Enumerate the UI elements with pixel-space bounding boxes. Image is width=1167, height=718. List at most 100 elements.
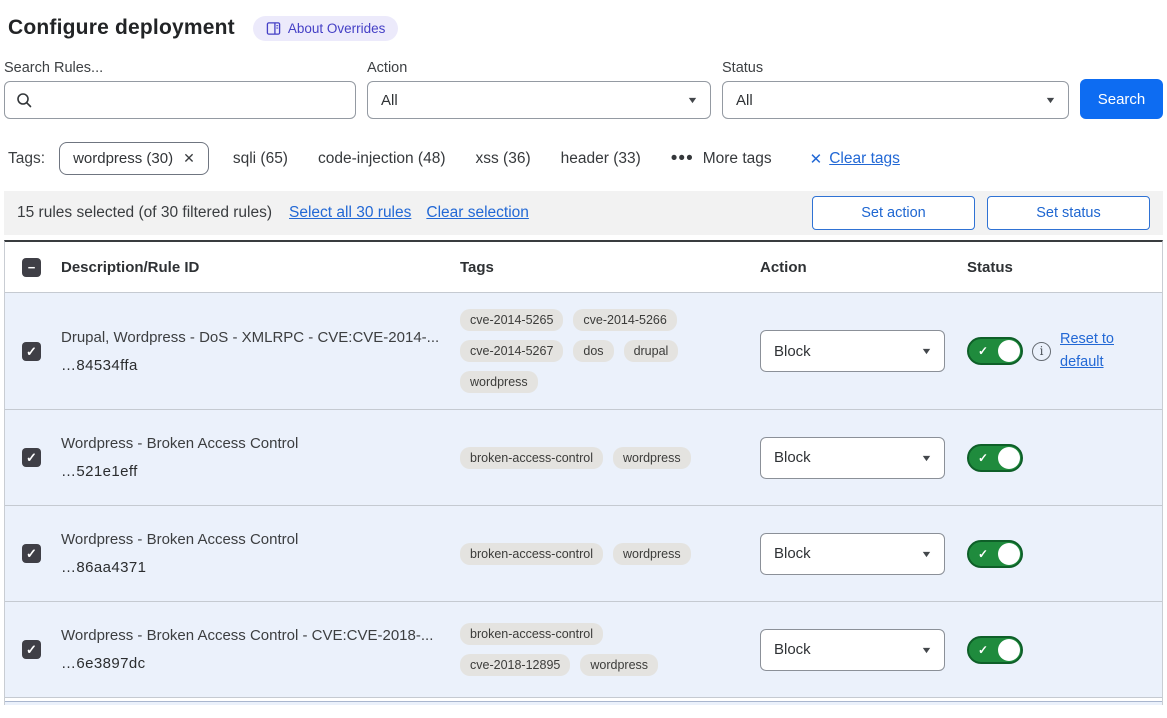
chevron-down-icon: ▼ — [686, 95, 698, 105]
chevron-down-icon: ▼ — [920, 549, 932, 559]
chevron-down-icon: ▼ — [920, 453, 932, 463]
tag-chip: drupal — [624, 340, 679, 362]
tag-chip: cve-2014-5266 — [573, 309, 676, 331]
selected-tag-chip[interactable]: wordpress (30) ✕ — [59, 142, 209, 175]
tag-chip: wordpress — [460, 371, 538, 393]
rule-tags: cve-2014-5265 cve-2014-5266 cve-2014-5267 d… — [460, 309, 760, 393]
status-filter-label: Status — [722, 60, 1069, 76]
rule-action-select[interactable]: Block ▼ — [760, 437, 945, 479]
toggle-knob — [998, 639, 1020, 661]
tag-filter[interactable]: sqli (65) — [233, 150, 288, 167]
rule-id: …521e1eff — [61, 463, 460, 480]
search-button[interactable]: Search — [1080, 79, 1163, 119]
more-tags-button[interactable]: ••• More tags — [671, 150, 772, 168]
tags-label: Tags: — [8, 150, 45, 168]
check-icon: ✓ — [26, 643, 37, 656]
rule-action-select[interactable]: Block ▼ — [760, 533, 945, 575]
tag-filter-list: sqli (65) code-injection (48) xss (36) head… — [233, 150, 671, 168]
ellipsis-icon: ••• — [671, 154, 694, 164]
action-filter-label: Action — [367, 60, 711, 76]
book-icon — [266, 21, 281, 36]
tag-chip: wordpress — [613, 543, 691, 565]
check-icon: ✓ — [978, 344, 988, 358]
select-all-link[interactable]: Select all 30 rules — [289, 204, 411, 222]
check-icon: ✓ — [978, 643, 988, 657]
tag-chip: broken-access-control — [460, 447, 603, 469]
rule-description: Wordpress - Broken Access Control - CVE:… — [61, 627, 460, 644]
status-toggle[interactable]: ✓ — [967, 337, 1023, 365]
tag-chip: wordpress — [613, 447, 691, 469]
clear-tags-link[interactable]: ✕ Clear tags — [810, 150, 900, 168]
clear-selection-link[interactable]: Clear selection — [426, 204, 529, 222]
chevron-down-icon: ▼ — [920, 346, 932, 356]
search-icon — [16, 92, 33, 109]
tag-chip: cve-2014-5267 — [460, 340, 563, 362]
reset-to-default-link[interactable]: Reset to default — [1060, 328, 1122, 374]
close-icon: ✕ — [810, 150, 823, 168]
tags-bar: Tags: wordpress (30) ✕ sqli (65) code-inj… — [8, 140, 1163, 177]
set-action-button[interactable]: Set action — [812, 196, 975, 230]
rule-action-value: Block — [774, 343, 811, 360]
row-checkbox[interactable]: ✓ — [22, 544, 41, 563]
action-filter-value: All — [381, 92, 398, 109]
check-icon: ✓ — [26, 547, 37, 560]
next-row-sliver — [5, 702, 1162, 705]
rule-description: Wordpress - Broken Access Control — [61, 531, 460, 548]
page-title: Configure deployment — [8, 16, 235, 40]
rules-table-body: ✓ Drupal, Wordpress - DoS - XMLRPC - CVE… — [5, 293, 1162, 698]
search-rules-input[interactable] — [41, 92, 344, 109]
rule-description: Drupal, Wordpress - DoS - XMLRPC - CVE:C… — [61, 329, 460, 346]
toggle-knob — [998, 447, 1020, 469]
rule-id: …84534ffa — [61, 357, 460, 374]
action-filter-select[interactable]: All ▼ — [367, 81, 711, 119]
about-overrides-label: About Overrides — [288, 21, 386, 36]
tag-chip: broken-access-control — [460, 623, 603, 645]
tag-chip: cve-2014-5265 — [460, 309, 563, 331]
indeterminate-icon: − — [28, 261, 36, 274]
tag-filter[interactable]: xss (36) — [476, 150, 531, 167]
tag-filter[interactable]: header (33) — [561, 150, 641, 167]
rule-tags: broken-access-control wordpress — [460, 447, 760, 469]
row-checkbox[interactable]: ✓ — [22, 448, 41, 467]
table-row: ✓ Wordpress - Broken Access Control …521… — [5, 410, 1162, 506]
rule-action-value: Block — [774, 545, 811, 562]
rule-id: …6e3897dc — [61, 655, 460, 672]
check-icon: ✓ — [978, 451, 988, 465]
search-rules-field[interactable] — [4, 81, 356, 119]
info-icon[interactable]: i — [1032, 342, 1051, 361]
check-icon: ✓ — [26, 345, 37, 358]
selection-bar: 15 rules selected (of 30 filtered rules)… — [4, 191, 1163, 235]
status-toggle[interactable]: ✓ — [967, 540, 1023, 568]
remove-tag-icon[interactable]: ✕ — [183, 150, 195, 167]
rule-action-select[interactable]: Block ▼ — [760, 330, 945, 372]
about-overrides-link[interactable]: About Overrides — [253, 16, 399, 41]
chevron-down-icon: ▼ — [1044, 95, 1056, 105]
status-toggle[interactable]: ✓ — [967, 444, 1023, 472]
tag-filter[interactable]: code-injection (48) — [318, 150, 446, 167]
column-header-action: Action — [760, 259, 967, 276]
row-checkbox[interactable]: ✓ — [22, 640, 41, 659]
status-filter-select[interactable]: All ▼ — [722, 81, 1069, 119]
table-header-row: − Description/Rule ID Tags Action Status — [5, 242, 1162, 293]
more-tags-label: More tags — [703, 150, 772, 168]
rule-action-value: Block — [774, 449, 811, 466]
status-toggle[interactable]: ✓ — [967, 636, 1023, 664]
tag-chip: broken-access-control — [460, 543, 603, 565]
page-header: Configure deployment About Overrides — [8, 12, 1163, 44]
column-header-tags: Tags — [460, 259, 760, 276]
rule-action-select[interactable]: Block ▼ — [760, 629, 945, 671]
rule-description: Wordpress - Broken Access Control — [61, 435, 460, 452]
rules-table: − Description/Rule ID Tags Action Status… — [4, 240, 1163, 705]
status-filter-value: All — [736, 92, 753, 109]
table-row: ✓ Wordpress - Broken Access Control - CV… — [5, 602, 1162, 698]
table-row: ✓ Drupal, Wordpress - DoS - XMLRPC - CVE… — [5, 293, 1162, 410]
chevron-down-icon: ▼ — [920, 645, 932, 655]
rule-tags: broken-access-controlcve-2018-12895wordp… — [460, 623, 760, 676]
toggle-knob — [998, 340, 1020, 362]
toggle-knob — [998, 543, 1020, 565]
set-status-button[interactable]: Set status — [987, 196, 1150, 230]
rule-id: …86aa4371 — [61, 559, 460, 576]
select-all-checkbox[interactable]: − — [22, 258, 41, 277]
row-checkbox[interactable]: ✓ — [22, 342, 41, 361]
selection-summary: 15 rules selected (of 30 filtered rules) — [17, 204, 272, 222]
